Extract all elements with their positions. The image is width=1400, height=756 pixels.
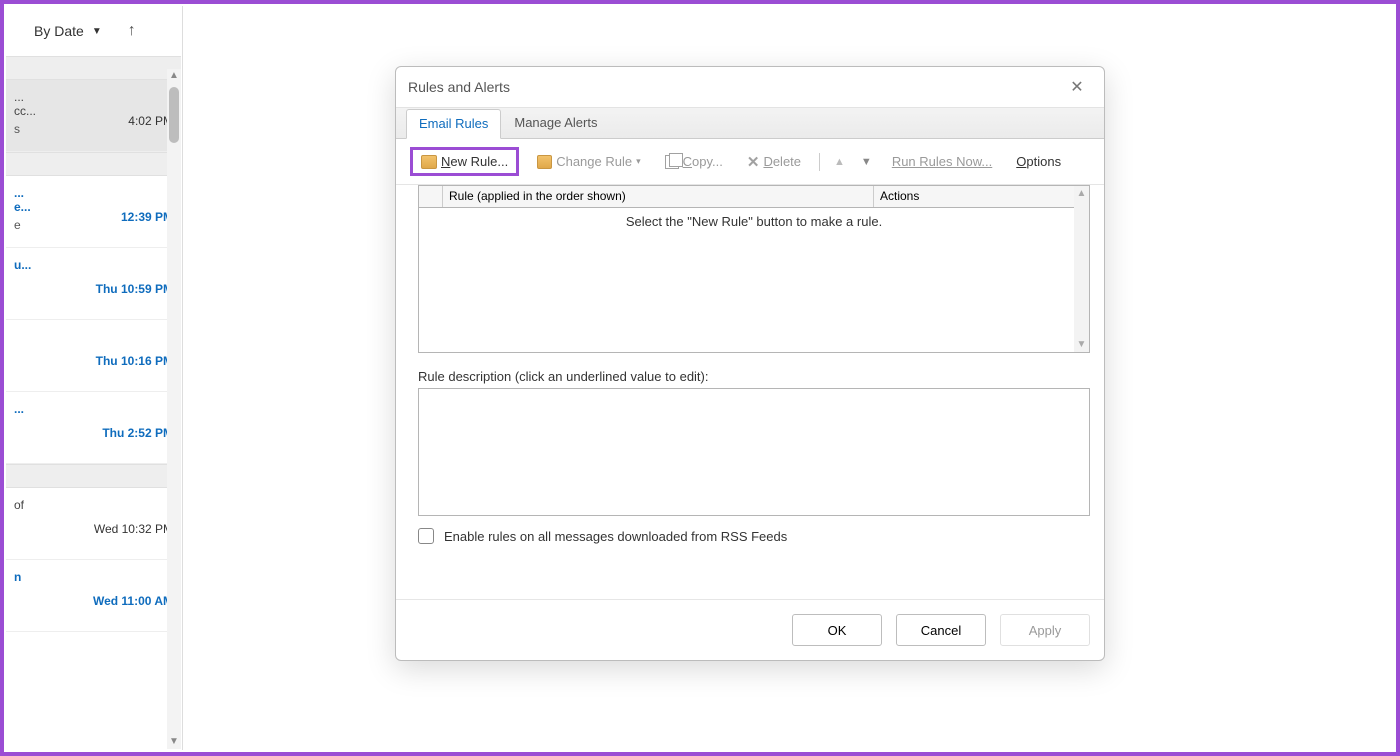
mail-item[interactable]: Thu 10:16 PM <box>6 320 181 392</box>
mail-item[interactable]: n Wed 11:00 AM <box>6 560 181 632</box>
mail-subject-fragment: n <box>14 570 173 584</box>
change-rule-button[interactable]: Change Rule▾ <box>531 150 646 173</box>
toolbar-separator <box>819 153 820 171</box>
rules-and-alerts-dialog: Rules and Alerts ✕ Email Rules Manage Al… <box>395 66 1105 661</box>
copy-button[interactable]: Copy... <box>659 150 729 173</box>
sort-label: By Date <box>34 23 84 39</box>
col-actions: Actions <box>874 186 1089 207</box>
date-group-header <box>6 56 181 80</box>
rss-checkbox-row[interactable]: Enable rules on all messages downloaded … <box>418 528 1090 544</box>
mail-sender-fragment: ... <box>14 186 173 200</box>
rules-scrollbar[interactable]: ▲ ▼ <box>1074 186 1089 352</box>
apply-button[interactable]: Apply <box>1000 614 1090 646</box>
scroll-up-icon: ▲ <box>1077 188 1087 199</box>
dialog-titlebar: Rules and Alerts ✕ <box>396 67 1104 107</box>
mail-subject-fragment: of <box>14 498 173 512</box>
rule-icon <box>421 155 437 169</box>
mail-sender-fragment: u... <box>14 258 173 272</box>
col-rule: Rule (applied in the order shown) <box>443 186 874 207</box>
delete-icon: ✕ <box>747 153 760 171</box>
close-icon: ✕ <box>1070 77 1083 97</box>
dialog-tabs: Email Rules Manage Alerts <box>396 107 1104 139</box>
mail-item[interactable]: ...cc...4:02 PMs <box>6 80 181 152</box>
scroll-up-icon[interactable]: ▲ <box>167 69 181 83</box>
date-group-header <box>6 464 181 488</box>
scroll-down-icon[interactable]: ▼ <box>167 735 181 749</box>
scrollbar-track[interactable]: ▲ ▼ <box>167 69 181 749</box>
chevron-down-icon: ▾ <box>636 156 641 167</box>
move-down-button[interactable]: ▼ <box>859 156 874 168</box>
dialog-footer: OK Cancel Apply <box>792 614 1090 646</box>
chevron-down-icon: ▼ <box>92 26 102 37</box>
mail-time: Thu 2:52 PM <box>102 426 173 440</box>
mail-item[interactable]: of Wed 10:32 PM <box>6 488 181 560</box>
close-button[interactable]: ✕ <box>1062 72 1092 102</box>
mail-time: Wed 10:32 PM <box>94 522 173 536</box>
mail-sender-fragment: ... <box>14 90 173 104</box>
rules-listbox[interactable]: Rule (applied in the order shown) Action… <box>418 185 1090 353</box>
mail-list-pane: By Date ▼ ↑ ...cc...4:02 PMs...e...12:39… <box>6 6 181 750</box>
mail-time: Thu 10:16 PM <box>96 354 173 368</box>
delete-button[interactable]: ✕ Delete <box>741 149 807 175</box>
dialog-title: Rules and Alerts <box>408 79 510 95</box>
dialog-toolbar: New Rule... Change Rule▾ Copy... ✕ Delet… <box>396 139 1104 185</box>
copy-icon <box>665 155 679 169</box>
mail-time: 12:39 PM <box>121 210 173 224</box>
sort-ascending-icon[interactable]: ↑ <box>128 22 136 40</box>
rss-label: Enable rules on all messages downloaded … <box>444 529 787 544</box>
mail-sender-fragment: ... <box>14 402 173 416</box>
tab-manage-alerts[interactable]: Manage Alerts <box>501 108 610 138</box>
mail-item[interactable]: u... Thu 10:59 PM <box>6 248 181 320</box>
run-rules-button[interactable]: Run Rules Now... <box>886 150 998 173</box>
rss-checkbox[interactable] <box>418 528 434 544</box>
mail-time: Thu 10:59 PM <box>96 282 173 296</box>
sort-bar[interactable]: By Date ▼ ↑ <box>6 6 181 56</box>
mail-item[interactable]: ... Thu 2:52 PM <box>6 392 181 464</box>
scroll-thumb[interactable] <box>169 87 179 143</box>
cancel-button[interactable]: Cancel <box>896 614 986 646</box>
move-up-button[interactable]: ▲ <box>832 156 847 168</box>
rule-description-label: Rule description (click an underlined va… <box>418 369 1090 384</box>
mail-item[interactable]: ...e...12:39 PMe <box>6 176 181 248</box>
rule-description-box[interactable] <box>418 388 1090 516</box>
options-button[interactable]: Options <box>1010 150 1067 173</box>
ok-button[interactable]: OK <box>792 614 882 646</box>
scroll-down-icon: ▼ <box>1077 339 1087 350</box>
new-rule-button[interactable]: New Rule... <box>410 147 519 176</box>
pane-divider[interactable] <box>182 6 183 750</box>
mail-time: Wed 11:00 AM <box>93 594 173 608</box>
rules-header: Rule (applied in the order shown) Action… <box>419 186 1089 208</box>
date-group-header <box>6 152 181 176</box>
rules-empty-message: Select the "New Rule" button to make a r… <box>419 208 1089 235</box>
tab-email-rules[interactable]: Email Rules <box>406 109 501 139</box>
rule-icon <box>537 155 552 169</box>
